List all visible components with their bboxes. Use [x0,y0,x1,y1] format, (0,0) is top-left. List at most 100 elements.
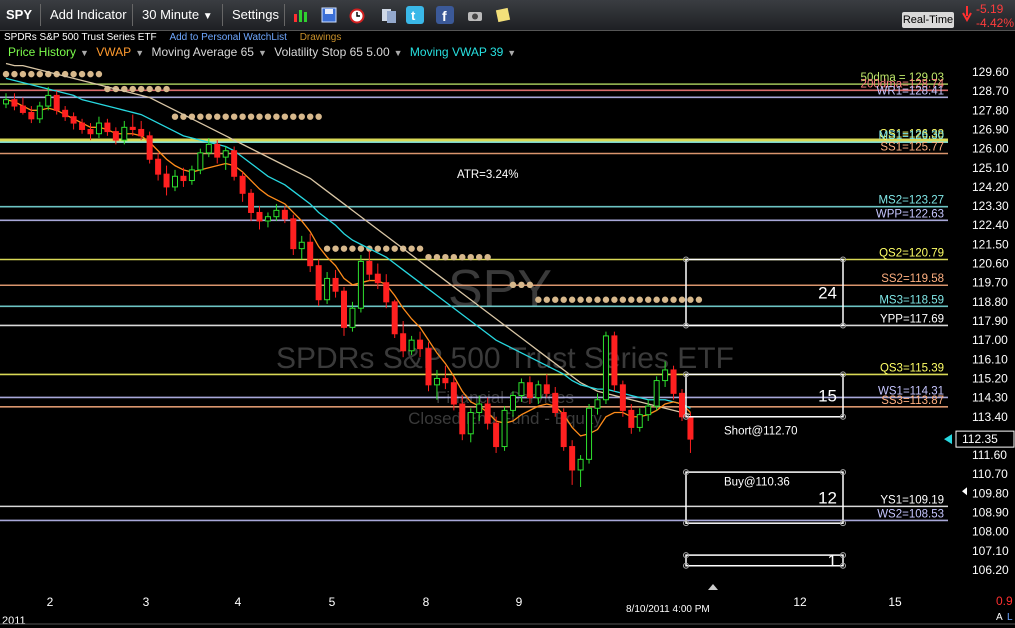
layout-icon[interactable] [380,6,398,24]
volatility-stop-dot [36,70,43,78]
x-tick-label: 12 [793,595,807,609]
x-tick-label: 2 [47,595,54,609]
candle-body [433,377,440,386]
y-tick-label: 111.60 [972,448,1007,462]
candle-body [11,99,18,107]
settings-button[interactable]: Settings [232,5,279,25]
volatility-stop-dot [239,113,246,120]
facebook-icon[interactable]: f [436,6,454,24]
candle-body [518,382,525,396]
indicator-moving-average[interactable]: Moving Average 65 [151,45,254,59]
price-chart[interactable]: SPYSPDRs S&P 500 Trust Series ETFFinanci… [0,60,1015,628]
log-scale-button[interactable]: L [1007,612,1013,623]
volatility-stop-dot [476,253,483,261]
add-indicator-button[interactable]: Add Indicator [50,5,127,25]
candle-body [493,422,500,448]
box-label: 12 [818,489,837,508]
note-icon[interactable] [494,6,512,24]
interval-dropdown[interactable]: 30 Minute ▼ [142,5,213,25]
volatility-stop-dot [340,245,348,252]
candle-body [417,339,424,350]
drawings-link[interactable]: Drawings [300,32,342,43]
volatility-stop-dot [484,253,491,261]
volatility-stop-dot [146,85,153,93]
indicator-price-history[interactable]: Price History [8,45,76,59]
candle-body [687,416,694,440]
y-tick-label: 108.00 [972,525,1009,539]
chevron-down-icon[interactable]: ▼ [80,48,89,58]
y-tick-label: 128.70 [972,84,1009,98]
volatility-stop-dot [543,296,550,303]
candle-body [450,382,457,405]
indicator-vwap[interactable]: VWAP [96,45,131,59]
watchlist-link[interactable]: Add to Personal WatchList [169,32,286,43]
candle-body [121,126,128,141]
realtime-button[interactable]: Real-Time [902,12,954,28]
level-label: WR1=128.41 [877,85,944,97]
candle-body [636,414,643,428]
chevron-down-icon[interactable]: ▼ [258,48,267,58]
candle-body [163,173,170,188]
candle-body [341,290,347,328]
candle-body [670,369,677,394]
y-tick-label: 117.00 [972,333,1008,347]
volatility-stop-dot [357,245,365,252]
chart-type-icon[interactable] [292,6,310,24]
save-icon[interactable] [320,6,338,24]
candle-body [87,128,94,135]
y-tick-label: 116.10 [972,352,1008,366]
candle-body [95,122,102,135]
indicator-legend: Price History ▼ VWAP ▼ Moving Average 65 ▼ … [8,44,520,60]
x-tick-label: 3 [143,595,150,609]
candle-body [112,131,119,141]
volatility-stop-dot [645,296,652,303]
volatility-stop-dot [636,296,643,303]
svg-text:f: f [442,8,447,24]
candle-body [180,175,187,182]
level-label: QS3=115.39 [880,362,944,374]
candle-body [484,403,491,424]
y-tick-label: 106.20 [972,563,1009,577]
candle-body [62,109,69,118]
chevron-down-icon[interactable]: ▼ [507,48,516,58]
volatility-stop-dot [374,245,381,252]
level-label: SS1=125.77 [880,142,944,154]
candle-body [205,143,212,154]
volatility-stop-dot [383,245,390,252]
volatility-stop-dot [197,113,204,120]
candle-body [36,105,43,120]
candle-body [172,175,178,188]
x-tick-label: 9 [516,595,523,609]
y-tick-label: 113.40 [972,410,1008,424]
alarm-clock-icon[interactable] [348,6,366,24]
candle-body [138,128,145,137]
volatility-stop-dot [19,70,27,78]
candle-body [543,384,550,394]
volatility-stop-dot [163,85,170,93]
indicator-volatility-stop[interactable]: Volatility Stop 65 5.00 [274,45,389,59]
symbol-label[interactable]: SPY [6,5,32,25]
level-label: MS1=126.30 [878,130,944,142]
candle-body [628,409,635,428]
volatility-stop-dot [298,113,305,120]
candle-body [357,260,364,309]
volatility-stop-dot [247,113,255,120]
toolbar-divider [132,4,133,26]
volatility-stop-dot [467,253,474,261]
chevron-down-icon[interactable]: ▼ [135,48,144,58]
volatility-stop-dot [87,70,94,78]
y-tick-label: 129.60 [972,65,1009,79]
camera-icon[interactable] [466,6,484,24]
bottom-right-value: 0.9 [996,594,1013,608]
level-label: SS2=119.58 [881,273,944,285]
volatility-stop-dot [433,253,441,261]
twitter-icon[interactable]: t [406,6,424,24]
chevron-down-icon[interactable]: ▼ [394,48,403,58]
auto-scale-button[interactable]: A [996,612,1003,623]
annotation-label: Short@112.70 [724,426,797,438]
watermark-symbol: SPY [448,260,552,318]
candle-body [577,458,584,471]
indicator-moving-vwap[interactable]: Moving VWAP 39 [410,45,503,59]
volatility-stop-dot [70,70,77,78]
volatility-stop-dot [594,296,601,303]
